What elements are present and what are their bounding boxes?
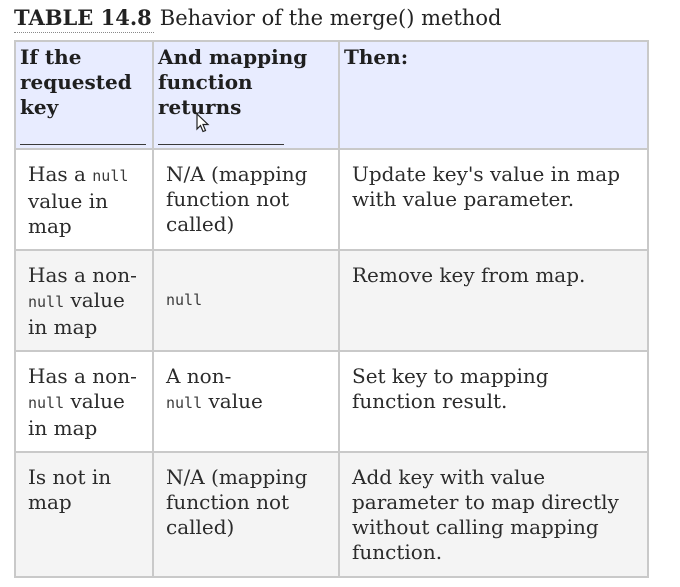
header-mapping-returns: And mapping function returns — [152, 40, 340, 150]
cell-text: Is not in map — [28, 465, 112, 514]
table-row: Has a non-null value in map A non-null v… — [14, 350, 649, 453]
cell-then: Remove key from map. — [338, 249, 649, 352]
table-row: Has a non-null value in map null Remove … — [14, 249, 649, 352]
table-number: TABLE 14.8 — [14, 5, 152, 30]
table-row: Has a null value in map N/A (mapping fun… — [14, 148, 649, 251]
header-requested-key-label: If the requested key — [20, 45, 132, 119]
header-then-label: Then: — [344, 45, 409, 69]
header-underline — [20, 144, 146, 145]
cell-text: Update key's value in map with value par… — [352, 162, 621, 211]
cell-text: N/A (mapping function not called) — [166, 465, 308, 539]
cell-text: A non- — [166, 364, 232, 388]
caption-underline — [14, 32, 154, 33]
cell-mapping-returns: A non-null value — [152, 350, 340, 453]
cell-then: Update key's value in map with value par… — [338, 148, 649, 251]
cell-text: Has a non- — [28, 364, 137, 388]
cell-mapping-returns: null — [152, 249, 340, 352]
header-mapping-returns-label: And mapping function returns — [158, 45, 308, 119]
cell-text: Set key to mapping function result. — [352, 364, 549, 413]
code-null: null — [166, 394, 203, 412]
cell-then: Set key to mapping function result. — [338, 350, 649, 453]
cell-text: Has a — [28, 162, 93, 186]
cell-text: Add key with value parameter to map dire… — [352, 465, 619, 564]
table-row: Is not in map N/A (mapping function not … — [14, 451, 649, 578]
cell-mapping-returns: N/A (mapping function not called) — [152, 451, 340, 578]
cell-text: value — [202, 389, 263, 413]
table-caption: TABLE 14.8 Behavior of the merge() method — [14, 5, 502, 33]
code-null: null — [166, 291, 203, 309]
code-null: null — [28, 394, 65, 412]
table-title: Behavior of the merge() method — [159, 6, 502, 30]
cell-text: Remove key from map. — [352, 263, 586, 287]
cell-text: Has a non- — [28, 263, 137, 287]
cell-requested-key: Has a non-null value in map — [14, 350, 154, 453]
header-requested-key: If the requested key — [14, 40, 154, 150]
header-underline — [158, 144, 284, 145]
cell-then: Add key with value parameter to map dire… — [338, 451, 649, 578]
code-null: null — [28, 293, 65, 311]
cell-requested-key: Has a null value in map — [14, 148, 154, 251]
cell-text: value in map — [28, 189, 108, 238]
code-null: null — [92, 167, 129, 185]
header-row: If the requested key And mapping functio… — [14, 40, 649, 150]
header-then: Then: — [338, 40, 649, 150]
cell-text: N/A (mapping function not called) — [166, 162, 308, 236]
cell-requested-key: Is not in map — [14, 451, 154, 578]
cell-mapping-returns: N/A (mapping function not called) — [152, 148, 340, 251]
cell-requested-key: Has a non-null value in map — [14, 249, 154, 352]
merge-behavior-table: If the requested key And mapping functio… — [14, 40, 649, 578]
